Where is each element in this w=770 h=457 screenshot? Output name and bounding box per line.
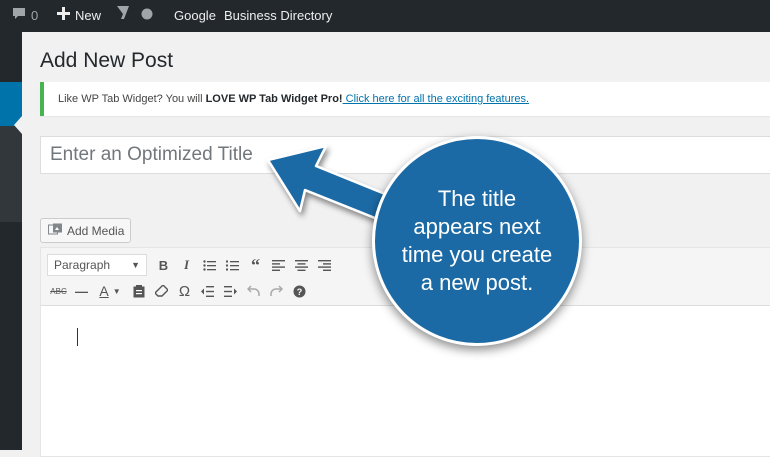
callout-bubble: The title appears next time you create a…: [372, 136, 582, 346]
callout-text: The title appears next time you create a…: [401, 186, 553, 295]
